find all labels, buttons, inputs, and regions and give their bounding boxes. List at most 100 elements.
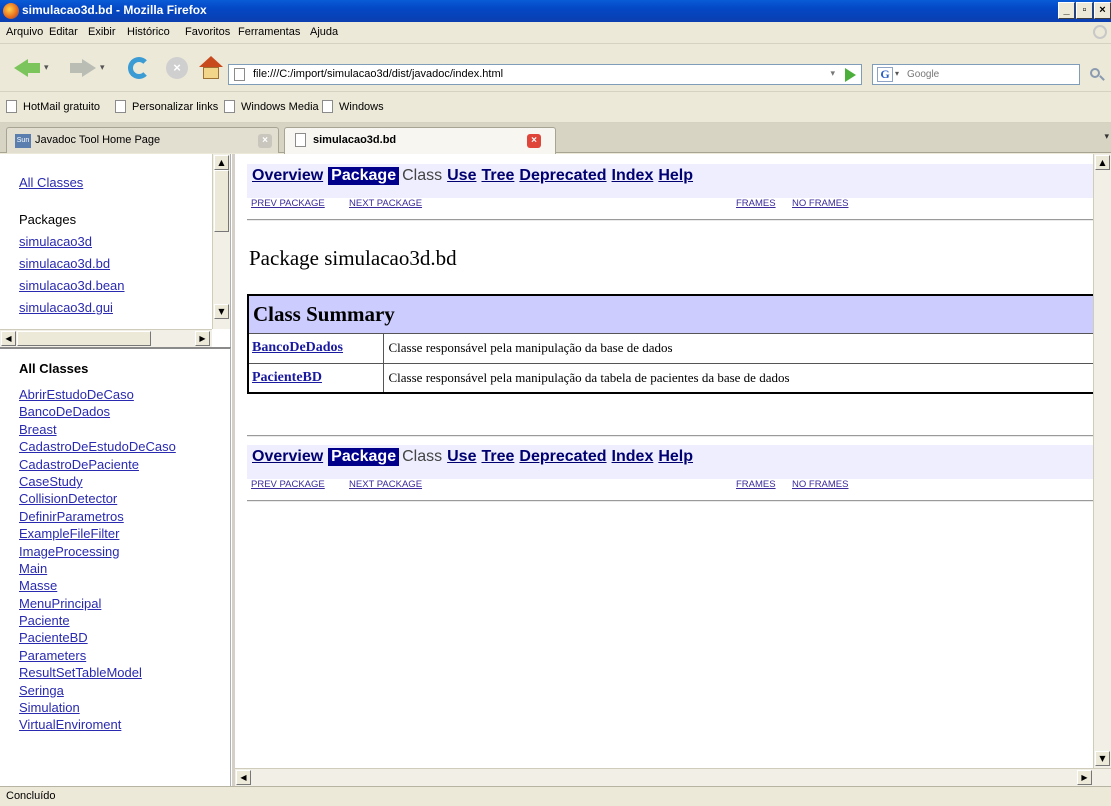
menu-ajuda[interactable]: Ajuda [310, 26, 338, 38]
tab-javadoc-home[interactable]: Sun Javadoc Tool Home Page × [6, 127, 279, 153]
back-button[interactable]: ▾ [14, 52, 49, 84]
bookmark-windows[interactable]: Windows [322, 100, 384, 113]
firefox-icon [3, 3, 19, 19]
nav-tree[interactable]: Tree [481, 448, 514, 466]
class-link[interactable]: CaseStudy [19, 473, 176, 490]
stop-button[interactable]: × [162, 52, 192, 84]
class-link[interactable]: ResultSetTableModel [19, 664, 176, 681]
nav-deprecated[interactable]: Deprecated [519, 448, 606, 466]
forward-dropdown-icon[interactable]: ▾ [100, 63, 105, 73]
close-tab-icon[interactable]: × [527, 134, 541, 148]
search-icon[interactable] [1088, 66, 1106, 84]
class-link[interactable]: Simulation [19, 699, 176, 716]
scroll-up-icon[interactable]: ▲ [1095, 155, 1110, 170]
bookmark-hotmail[interactable]: HotMail gratuito [6, 100, 100, 113]
nav-index[interactable]: Index [612, 448, 654, 466]
class-link[interactable]: Paciente [19, 612, 176, 629]
package-link[interactable]: simulacao3d.bd [19, 256, 110, 271]
class-link[interactable]: CadastroDePaciente [19, 456, 176, 473]
home-button[interactable] [196, 52, 226, 84]
class-name-link[interactable]: PacienteBD [252, 370, 322, 385]
menu-exibir[interactable]: Exibir [88, 26, 116, 38]
class-description: Classe responsável pela manipulação da b… [382, 332, 1104, 364]
scroll-thumb[interactable] [214, 170, 229, 232]
class-link[interactable]: BancoDeDados [19, 403, 176, 420]
no-frames-link[interactable]: NO FRAMES [792, 479, 848, 490]
main-vertical-scrollbar[interactable]: ▲ ▼ [1093, 154, 1111, 768]
package-link[interactable]: simulacao3d.gui [19, 300, 113, 315]
class-link[interactable]: ExampleFileFilter [19, 525, 176, 542]
class-link[interactable]: PacienteBD [19, 629, 176, 646]
frames-link[interactable]: FRAMES [736, 479, 776, 490]
bottom-navigation-bar: Overview Package Class Use Tree Deprecat… [247, 445, 1103, 479]
class-link[interactable]: Breast [19, 421, 176, 438]
scroll-down-icon[interactable]: ▼ [214, 304, 229, 319]
prev-package-link[interactable]: PREV PACKAGE [251, 198, 325, 209]
nav-use[interactable]: Use [447, 448, 476, 466]
scroll-down-icon[interactable]: ▼ [1095, 751, 1110, 766]
bookmark-page-icon [224, 100, 235, 113]
nav-overview[interactable]: Overview [252, 167, 323, 185]
class-list: AbrirEstudoDeCaso BancoDeDados Breast Ca… [19, 386, 176, 734]
status-text: Concluído [6, 790, 56, 802]
tab-list-dropdown-icon[interactable]: ▾ [1104, 132, 1109, 142]
menu-ferramentas[interactable]: Ferramentas [238, 26, 300, 38]
maximize-button[interactable]: ▫ [1076, 2, 1093, 19]
menu-favoritos[interactable]: Favoritos [185, 26, 230, 38]
minimize-button[interactable]: _ [1058, 2, 1075, 19]
frames-link[interactable]: FRAMES [736, 198, 776, 209]
prev-package-link[interactable]: PREV PACKAGE [251, 479, 325, 490]
scroll-thumb[interactable] [17, 331, 151, 346]
url-dropdown-icon[interactable]: ▾ [830, 69, 835, 79]
class-link[interactable]: Seringa [19, 682, 176, 699]
nav-tree[interactable]: Tree [481, 167, 514, 185]
nav-deprecated[interactable]: Deprecated [519, 167, 606, 185]
close-tab-icon[interactable]: × [258, 134, 272, 148]
back-dropdown-icon[interactable]: ▾ [44, 63, 49, 73]
tab-simulacao3d-bd[interactable]: simulacao3d.bd × [284, 127, 556, 154]
nav-help[interactable]: Help [658, 167, 693, 185]
all-classes-link[interactable]: All Classes [19, 175, 83, 190]
no-frames-link[interactable]: NO FRAMES [792, 198, 848, 209]
menu-editar[interactable]: Editar [49, 26, 78, 38]
scroll-right-icon[interactable]: ▶ [195, 331, 210, 346]
next-package-link[interactable]: NEXT PACKAGE [349, 198, 422, 209]
reload-button[interactable] [124, 52, 154, 84]
bookmark-personalizar[interactable]: Personalizar links [115, 100, 218, 113]
nav-index[interactable]: Index [612, 167, 654, 185]
google-engine-icon[interactable]: G [877, 67, 893, 82]
class-link[interactable]: DefinirParametros [19, 508, 176, 525]
class-link[interactable]: MenuPrincipal [19, 595, 176, 612]
engine-dropdown-icon[interactable]: ▾ [895, 69, 899, 78]
close-window-button[interactable]: × [1094, 2, 1111, 19]
menu-historico[interactable]: Histórico [127, 26, 170, 38]
class-link[interactable]: Masse [19, 577, 176, 594]
scroll-left-icon[interactable]: ◀ [236, 770, 251, 785]
next-package-link[interactable]: NEXT PACKAGE [349, 479, 422, 490]
forward-button[interactable]: ▾ [70, 52, 105, 84]
class-name-link[interactable]: BancoDeDados [252, 340, 343, 355]
class-link[interactable]: VirtualEnviroment [19, 716, 176, 733]
nav-overview[interactable]: Overview [252, 448, 323, 466]
class-link[interactable]: ImageProcessing [19, 543, 176, 560]
nav-use[interactable]: Use [447, 167, 476, 185]
menu-arquivo[interactable]: Arquivo [6, 26, 43, 38]
packages-vertical-scrollbar[interactable]: ▲ ▼ [212, 154, 230, 329]
class-link[interactable]: Parameters [19, 647, 176, 664]
class-link[interactable]: CollisionDetector [19, 490, 176, 507]
class-link[interactable]: CadastroDeEstudoDeCaso [19, 438, 176, 455]
package-link[interactable]: simulacao3d.bean [19, 278, 125, 293]
search-box[interactable]: G ▾ Google [872, 64, 1080, 85]
nav-help[interactable]: Help [658, 448, 693, 466]
bookmark-windows-media[interactable]: Windows Media [224, 100, 319, 113]
packages-horizontal-scrollbar[interactable]: ◀ ▶ [0, 329, 212, 347]
scroll-right-icon[interactable]: ▶ [1077, 770, 1092, 785]
class-link[interactable]: Main [19, 560, 176, 577]
go-icon[interactable] [845, 68, 856, 82]
scroll-left-icon[interactable]: ◀ [1, 331, 16, 346]
class-link[interactable]: AbrirEstudoDeCaso [19, 386, 176, 403]
package-link[interactable]: simulacao3d [19, 234, 92, 249]
address-bar[interactable]: file:///C:/import/simulacao3d/dist/javad… [228, 64, 862, 85]
main-horizontal-scrollbar[interactable]: ◀ ▶ [235, 768, 1111, 786]
scroll-up-icon[interactable]: ▲ [214, 155, 229, 170]
